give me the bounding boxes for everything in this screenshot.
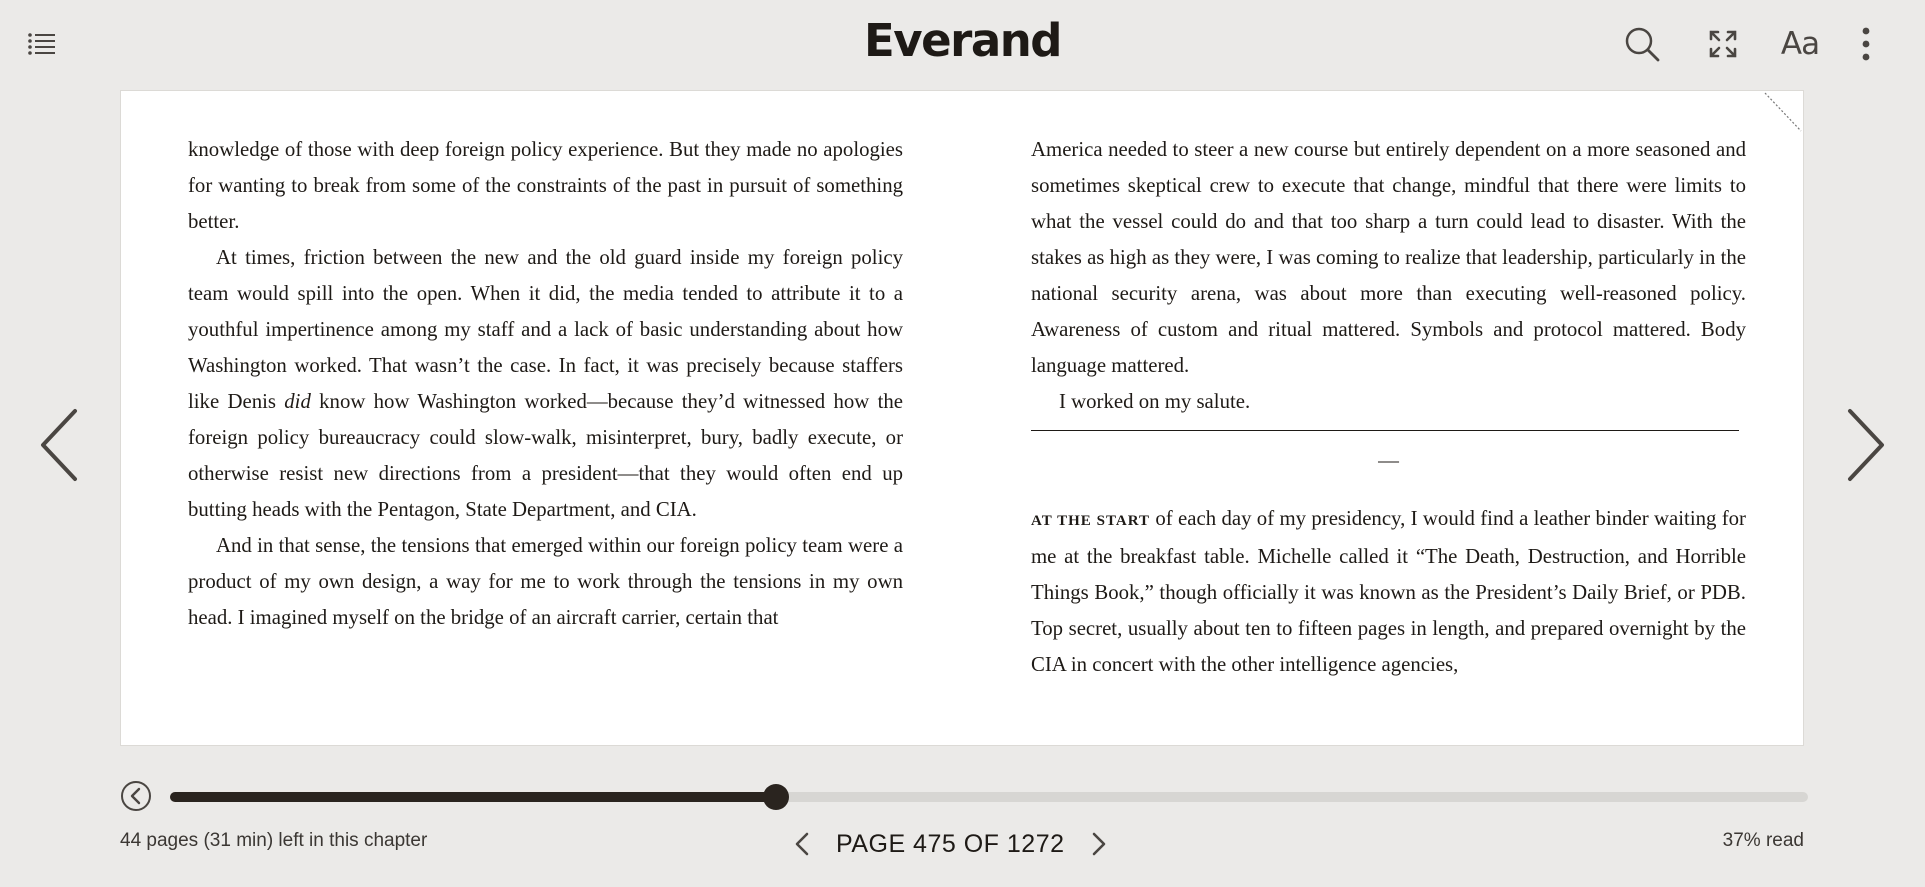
- previous-page-button[interactable]: [35, 405, 85, 485]
- top-bar: Everand Aa: [0, 0, 1925, 88]
- progress-slider-handle[interactable]: [763, 784, 790, 810]
- page-indicator[interactable]: PAGE 475 OF 1272: [836, 830, 1065, 859]
- paragraph: AT THE START of each day of my presidenc…: [1031, 507, 1746, 676]
- chevron-left-icon: [41, 409, 77, 481]
- font-settings-button[interactable]: Aa: [1778, 22, 1822, 66]
- section-divider: —: [1378, 449, 1399, 472]
- circle-back-icon[interactable]: [120, 780, 152, 812]
- chevron-right-icon: [1848, 409, 1884, 481]
- search-icon[interactable]: [1622, 24, 1662, 64]
- chevron-right-icon: [1092, 832, 1105, 856]
- chevron-left-icon: [795, 832, 809, 856]
- section-rule: [1031, 430, 1739, 431]
- progress-fill: [170, 792, 777, 802]
- left-column: knowledge of those with deep foreign pol…: [188, 132, 903, 636]
- next-page-button[interactable]: [1840, 405, 1890, 485]
- right-column: America needed to steer a new course but…: [1031, 132, 1746, 683]
- percent-read: 37% read: [1722, 830, 1804, 851]
- reading-progress: [120, 775, 1810, 815]
- chapter-remaining: 44 pages (31 min) left in this chapter: [120, 830, 428, 851]
- more-vertical-icon[interactable]: [1854, 24, 1878, 64]
- paragraph: At times, friction between the new and t…: [188, 246, 903, 521]
- progress-track[interactable]: [170, 784, 1808, 810]
- page-corner-fold-icon[interactable]: [1753, 91, 1803, 141]
- page-navigator: PAGE 475 OF 1272: [790, 822, 1111, 866]
- previous-page-small-button[interactable]: [790, 827, 814, 861]
- paragraph: knowledge of those with deep foreign pol…: [188, 138, 903, 233]
- fullscreen-icon[interactable]: [1706, 27, 1740, 61]
- paragraph: And in that sense, the tensions that eme…: [188, 534, 903, 629]
- paragraph: I worked on my salute.: [1059, 390, 1251, 413]
- section-lead-in: AT THE START: [1031, 513, 1151, 529]
- book-page: knowledge of those with deep foreign pol…: [120, 90, 1804, 746]
- next-page-small-button[interactable]: [1087, 827, 1111, 861]
- paragraph: America needed to steer a new course but…: [1031, 138, 1746, 377]
